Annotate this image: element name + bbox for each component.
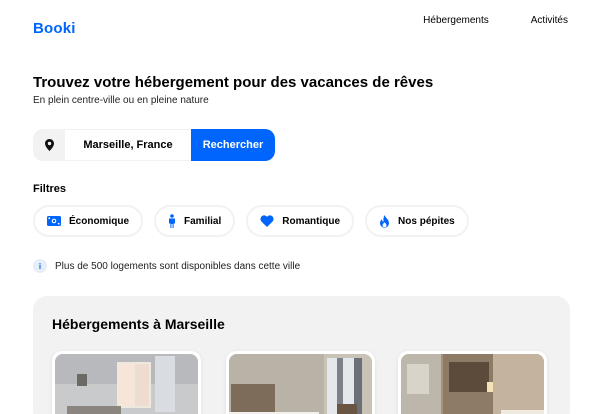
page-subtitle: En plein centre-ville ou en pleine natur…: [33, 95, 209, 106]
filter-label: Familial: [184, 215, 222, 227]
accommodations-section: Hébergements à Marseille: [33, 296, 570, 414]
money-icon: [47, 216, 61, 226]
filters-title: Filtres: [33, 183, 67, 195]
accommodations-title: Hébergements à Marseille: [52, 316, 225, 332]
search-input[interactable]: Marseille, France: [65, 129, 191, 161]
filter-romantique[interactable]: Romantique: [246, 205, 355, 237]
filter-label: Nos pépites: [398, 215, 455, 227]
search-button[interactable]: Rechercher: [191, 129, 275, 161]
filter-nos-pepites[interactable]: Nos pépites: [365, 205, 469, 237]
availability-text: Plus de 500 logements sont disponibles d…: [55, 260, 301, 272]
room-photo-3: [401, 354, 544, 414]
filter-label: Romantique: [282, 215, 341, 227]
accommodation-card[interactable]: [226, 351, 375, 414]
nav-activites[interactable]: Activités: [531, 15, 568, 26]
main-nav: Hébergements Activités: [423, 15, 568, 26]
room-photo-1: [55, 354, 198, 414]
person-icon: [168, 214, 176, 228]
info-icon: i: [33, 259, 47, 273]
heart-icon: [260, 215, 274, 227]
availability-info: i Plus de 500 logements sont disponibles…: [33, 259, 300, 273]
accommodation-card[interactable]: [52, 351, 201, 414]
page-title: Trouvez votre hébergement pour des vacan…: [33, 74, 434, 91]
filter-economique[interactable]: Économique: [33, 205, 144, 237]
accommodation-card[interactable]: [398, 351, 547, 414]
location-pin-icon: [33, 129, 65, 161]
nav-hebergements[interactable]: Hébergements: [423, 15, 489, 26]
fire-icon: [379, 214, 390, 228]
booki-logo[interactable]: Booki: [33, 20, 76, 37]
filter-familial[interactable]: Familial: [154, 205, 236, 237]
filter-label: Économique: [69, 215, 130, 227]
search-bar: Marseille, France Rechercher: [33, 129, 275, 161]
room-photo-2: [229, 354, 372, 414]
filter-list: Économique Familial Romantique Nos pépit…: [33, 205, 469, 237]
